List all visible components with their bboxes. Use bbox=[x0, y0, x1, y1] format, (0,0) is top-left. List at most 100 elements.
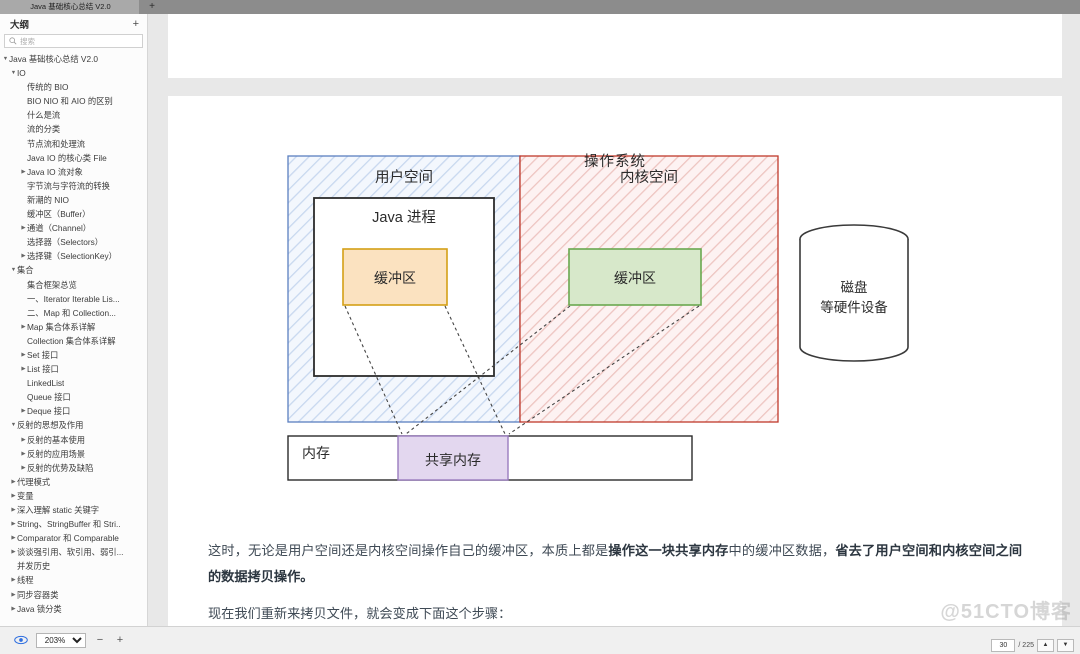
outline-item[interactable]: 节点流和处理流 bbox=[0, 137, 147, 151]
page-down-button[interactable]: ▼ bbox=[1057, 639, 1074, 652]
chevron-right-icon[interactable]: ▶ bbox=[20, 461, 27, 475]
chevron-right-icon[interactable]: ▶ bbox=[20, 404, 27, 418]
outline-item[interactable]: 选择器（Selectors） bbox=[0, 235, 147, 249]
chevron-down-icon[interactable]: ▼ bbox=[10, 66, 17, 80]
outline-item[interactable]: 流的分类 bbox=[0, 122, 147, 136]
chevron-right-icon[interactable]: ▶ bbox=[20, 165, 27, 179]
search-input[interactable] bbox=[20, 36, 138, 46]
chevron-right-icon[interactable]: ▶ bbox=[10, 545, 17, 559]
zoom-out-button[interactable]: − bbox=[94, 635, 106, 646]
chevron-down-icon[interactable]: ▼ bbox=[10, 263, 17, 277]
chevron-right-icon[interactable]: ▶ bbox=[20, 249, 27, 263]
chevron-right-icon[interactable]: ▶ bbox=[20, 362, 27, 376]
outline-item[interactable]: ▶ 深入理解 static 关键字 bbox=[0, 503, 147, 517]
outline-item-label: 集合框架总览 bbox=[27, 279, 77, 290]
outline-item[interactable]: 字节流与字符流的转换 bbox=[0, 179, 147, 193]
page-container: 操作系统 用户空间 内核空间 Java 进程 缓冲区 缓冲区 磁盘 等硬件设备 … bbox=[168, 14, 1062, 626]
outline-tree[interactable]: ▼ Java 基础核心总结 V2.0 ▼ IO 传统的 BIO BIO NIO 和 AIO… bbox=[0, 50, 147, 626]
outline-item[interactable]: ▶ 代理模式 bbox=[0, 475, 147, 489]
chevron-right-icon[interactable]: ▶ bbox=[20, 447, 27, 461]
disk-label-1: 磁盘 bbox=[841, 279, 868, 295]
outline-item-label: Map 集合体系详解 bbox=[27, 321, 96, 332]
chevron-right-icon[interactable]: ▶ bbox=[20, 320, 27, 334]
page-number-input[interactable] bbox=[991, 639, 1016, 652]
outline-item[interactable]: ▶ Deque 接口 bbox=[0, 404, 147, 418]
chevron-right-icon[interactable]: ▶ bbox=[10, 503, 17, 517]
outline-item[interactable]: ▶ 变量 bbox=[0, 489, 147, 503]
outline-search-box[interactable] bbox=[4, 34, 143, 48]
outline-item-label: 谈谈强引用、软引用、弱引... bbox=[17, 547, 124, 558]
outline-item[interactable]: ▶ 选择键（SelectionKey） bbox=[0, 249, 147, 263]
zoom-in-button[interactable]: + bbox=[114, 635, 126, 646]
outline-item[interactable]: 传统的 BIO bbox=[0, 80, 147, 94]
outline-item[interactable]: ▶ List 接口 bbox=[0, 362, 147, 376]
document-viewport[interactable]: 操作系统 用户空间 内核空间 Java 进程 缓冲区 缓冲区 磁盘 等硬件设备 … bbox=[148, 14, 1080, 626]
outline-item[interactable]: ▶ 同步容器类 bbox=[0, 588, 147, 602]
user-space-label: 用户空间 bbox=[375, 169, 433, 186]
outline-item[interactable]: ▼ Java 基础核心总结 V2.0 bbox=[0, 52, 147, 66]
outline-item[interactable]: ▶ 反射的基本使用 bbox=[0, 433, 147, 447]
status-bar-left: 50%75%100%125%150%203%300% − + bbox=[0, 632, 126, 650]
outline-item[interactable]: Collection 集合体系详解 bbox=[0, 334, 147, 348]
chevron-right-icon[interactable]: ▶ bbox=[10, 489, 17, 503]
outline-item-label: 流的分类 bbox=[27, 124, 61, 135]
chevron-right-icon[interactable]: ▶ bbox=[20, 221, 27, 235]
kernel-space-label: 内核空间 bbox=[620, 169, 678, 186]
outline-item[interactable]: BIO NIO 和 AIO 的区别 bbox=[0, 94, 147, 108]
add-outline-button[interactable]: + bbox=[133, 18, 139, 30]
outline-item-label: Comparator 和 Comparable bbox=[17, 533, 119, 544]
outline-item[interactable]: ▼ IO bbox=[0, 66, 147, 80]
outline-item-label: 线程 bbox=[17, 575, 34, 586]
page-previous bbox=[168, 14, 1062, 78]
chevron-right-icon[interactable]: ▶ bbox=[20, 433, 27, 447]
outline-item[interactable]: ▶ Java 锁分类 bbox=[0, 602, 147, 616]
outline-item-label: Collection 集合体系详解 bbox=[27, 335, 116, 346]
outline-item[interactable]: 缓冲区（Buffer） bbox=[0, 207, 147, 221]
outline-item[interactable]: LinkedList bbox=[0, 376, 147, 390]
chevron-right-icon[interactable]: ▶ bbox=[10, 573, 17, 587]
outline-item[interactable]: 新潮的 NIO bbox=[0, 193, 147, 207]
outline-item[interactable]: 并发历史 bbox=[0, 559, 147, 573]
page-up-button[interactable]: ▲ bbox=[1037, 639, 1054, 652]
chevron-right-icon[interactable]: ▶ bbox=[10, 531, 17, 545]
status-bar: 50%75%100%125%150%203%300% − + / 225 ▲ ▼ bbox=[0, 626, 1080, 654]
chevron-right-icon[interactable]: ▶ bbox=[20, 348, 27, 362]
outline-item[interactable]: 一、Iterator Iterable Lis... bbox=[0, 292, 147, 306]
chevron-down-icon[interactable]: ▼ bbox=[10, 418, 17, 432]
outline-item[interactable]: ▶ Set 接口 bbox=[0, 348, 147, 362]
outline-item[interactable]: ▶ Comparator 和 Comparable bbox=[0, 531, 147, 545]
outline-item[interactable]: 什么是流 bbox=[0, 108, 147, 122]
eye-icon[interactable] bbox=[14, 632, 28, 650]
outline-item[interactable]: ▶ Java IO 流对象 bbox=[0, 165, 147, 179]
outline-item[interactable]: ▶ 线程 bbox=[0, 573, 147, 587]
outline-item[interactable]: ▶ 谈谈强引用、软引用、弱引... bbox=[0, 545, 147, 559]
outline-item[interactable]: Queue 接口 bbox=[0, 390, 147, 404]
chevron-right-icon[interactable]: ▶ bbox=[10, 602, 17, 616]
chevron-right-icon[interactable]: ▶ bbox=[10, 588, 17, 602]
outline-item[interactable]: 集合框架总览 bbox=[0, 278, 147, 292]
outline-item-label: 深入理解 static 关键字 bbox=[17, 505, 100, 515]
outline-item[interactable]: ▶ 通道（Channel） bbox=[0, 221, 147, 235]
tab-strip-filler bbox=[164, 0, 1080, 14]
outline-item[interactable]: 二、Map 和 Collection... bbox=[0, 306, 147, 320]
outline-item-label: 集合 bbox=[17, 265, 34, 276]
outline-item[interactable]: ▶ 反射的应用场景 bbox=[0, 447, 147, 461]
vertical-scrollbar[interactable] bbox=[1070, 14, 1080, 626]
outline-item[interactable]: ▼ 集合 bbox=[0, 263, 147, 277]
user-buffer-label: 缓冲区 bbox=[374, 270, 416, 286]
outline-item[interactable]: Java IO 的核心类 File bbox=[0, 151, 147, 165]
outline-item[interactable]: ▼ 反射的思想及作用 bbox=[0, 418, 147, 432]
outline-item[interactable]: ▶ String、StringBuffer 和 Stri.. bbox=[0, 517, 147, 531]
page-navigator: / 225 ▲ ▼ bbox=[991, 639, 1074, 652]
chevron-right-icon[interactable]: ▶ bbox=[10, 517, 17, 531]
outline-item[interactable]: ▶ Map 集合体系详解 bbox=[0, 320, 147, 334]
outline-item-label: 一、Iterator Iterable Lis... bbox=[27, 293, 120, 304]
zoom-level-select[interactable]: 50%75%100%125%150%203%300% bbox=[36, 633, 86, 648]
outline-item-label: Java 锁分类 bbox=[17, 603, 62, 614]
tab-document[interactable]: Java 基础核心总结 V2.0 bbox=[0, 0, 140, 14]
chevron-right-icon[interactable]: ▶ bbox=[10, 475, 17, 489]
new-tab-button[interactable]: + bbox=[140, 0, 164, 14]
chevron-down-icon[interactable]: ▼ bbox=[2, 52, 9, 66]
outline-title: 大纲 bbox=[10, 20, 30, 31]
outline-item[interactable]: ▶ 反射的优势及缺陷 bbox=[0, 461, 147, 475]
